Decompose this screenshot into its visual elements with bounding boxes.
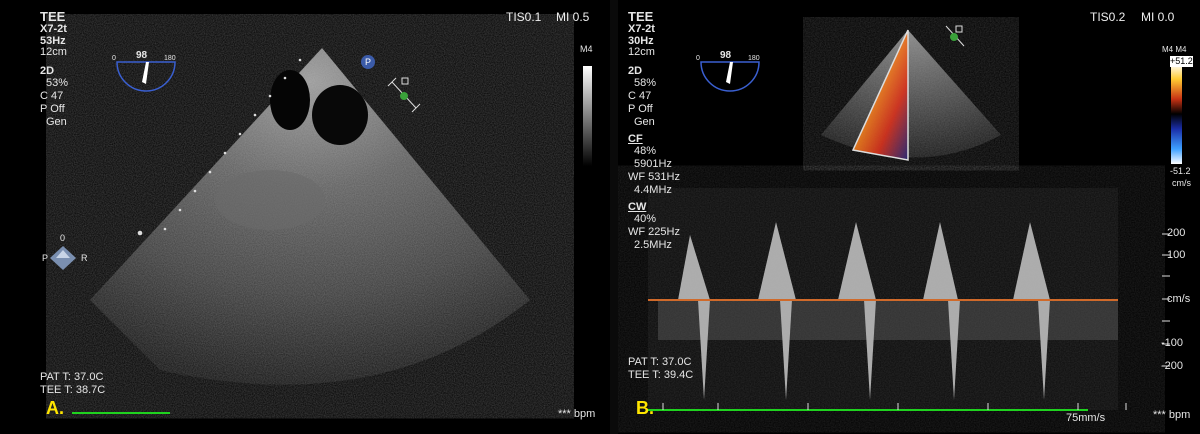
probe-position-icon bbox=[387, 77, 421, 113]
patient-temp: PAT T: 37.0C bbox=[628, 356, 692, 368]
panel-marker: B. bbox=[636, 398, 654, 418]
orient-left: P bbox=[42, 253, 49, 263]
tis-value: TIS0.2 bbox=[1090, 10, 1126, 24]
depth-label: 12cm bbox=[40, 46, 67, 58]
panel-marker: A. bbox=[46, 398, 64, 418]
depth-label: 12cm bbox=[628, 46, 655, 58]
scale-neg200: -200 bbox=[1161, 360, 1184, 372]
orient-right: R bbox=[81, 253, 88, 263]
probe-temp: TEE T: 38.7C bbox=[40, 384, 106, 396]
param-2d-compress: C 47 bbox=[628, 90, 652, 102]
param-2d-gen: Gen bbox=[634, 116, 655, 128]
angle-dial-icon bbox=[116, 61, 176, 92]
param-gain: 53% bbox=[46, 77, 69, 89]
param-cw-wf: WF 225Hz bbox=[628, 226, 680, 238]
mi-value: MI 0.0 bbox=[1141, 10, 1175, 24]
angle-dial-icon bbox=[700, 61, 760, 92]
color-velocity-bar bbox=[1171, 64, 1182, 164]
param-gen: Gen bbox=[46, 116, 67, 128]
orientation-icon bbox=[50, 246, 76, 270]
angle-max: 180 bbox=[748, 55, 760, 62]
angle-value: 98 bbox=[136, 50, 148, 61]
probe-position-icon bbox=[945, 25, 965, 47]
angle-min: 0 bbox=[112, 55, 116, 62]
tis-value: TIS0.1 bbox=[506, 10, 542, 24]
param-compress: C 47 bbox=[40, 90, 64, 102]
grey-map-label: M4 bbox=[580, 44, 593, 54]
color-bar-bottom: -51.2 bbox=[1170, 166, 1191, 176]
param-2d-gain: 58% bbox=[634, 77, 657, 89]
chamber bbox=[270, 70, 310, 130]
patient-temp: PAT T: 37.0C bbox=[40, 371, 104, 383]
param-cf-prf: 5901Hz bbox=[634, 158, 672, 170]
probe-badge-label: P bbox=[365, 57, 372, 67]
angle-max: 180 bbox=[164, 55, 176, 62]
param-cf-freq: 4.4MHz bbox=[634, 184, 672, 196]
color-bar-top: +51.2 bbox=[1170, 56, 1193, 67]
scale-200: 200 bbox=[1167, 227, 1186, 239]
ecg-trace bbox=[72, 412, 170, 414]
angle-value: 98 bbox=[720, 50, 732, 61]
mode-label: TEE bbox=[628, 9, 654, 24]
angle-min: 0 bbox=[696, 55, 700, 62]
scale-100: 100 bbox=[1167, 249, 1186, 261]
param-2d-persist: P Off bbox=[628, 103, 653, 115]
color-bar-unit: cm/s bbox=[1172, 178, 1191, 188]
probe-temp: TEE T: 39.4C bbox=[628, 369, 694, 381]
param-persist: P Off bbox=[40, 103, 65, 115]
heart-rate: *** bpm bbox=[1153, 409, 1191, 421]
param-cf-wf: WF 531Hz bbox=[628, 171, 680, 183]
scale-unit: cm/s bbox=[1167, 293, 1191, 305]
color-bar-label: M4 M4 bbox=[1162, 45, 1187, 54]
sweep-speed: 75mm/s bbox=[1066, 412, 1106, 424]
mi-value: MI 0.5 bbox=[556, 10, 590, 24]
orient-top: 0 bbox=[60, 233, 66, 243]
param-cw-freq: 2.5MHz bbox=[634, 239, 672, 251]
panel-divider bbox=[610, 0, 618, 434]
grey-scale-bar bbox=[583, 66, 592, 166]
heart-rate: *** bpm bbox=[558, 408, 596, 420]
mode-label: TEE bbox=[40, 9, 66, 24]
param-cw-gain: 40% bbox=[634, 213, 657, 225]
doppler-image bbox=[648, 25, 1182, 411]
param-cf-gain: 48% bbox=[634, 145, 657, 157]
echo-panel-left: TEE X7-2t 53Hz 12cm 2D 53% C 47 P Off Ge… bbox=[0, 0, 610, 434]
scale-neg100: -100 bbox=[1161, 337, 1184, 349]
echo-image-sector bbox=[50, 48, 592, 385]
echo-panel-right: TEE X7-2t 30Hz 12cm 2D 58% C 47 P Off Ge… bbox=[618, 0, 1200, 434]
